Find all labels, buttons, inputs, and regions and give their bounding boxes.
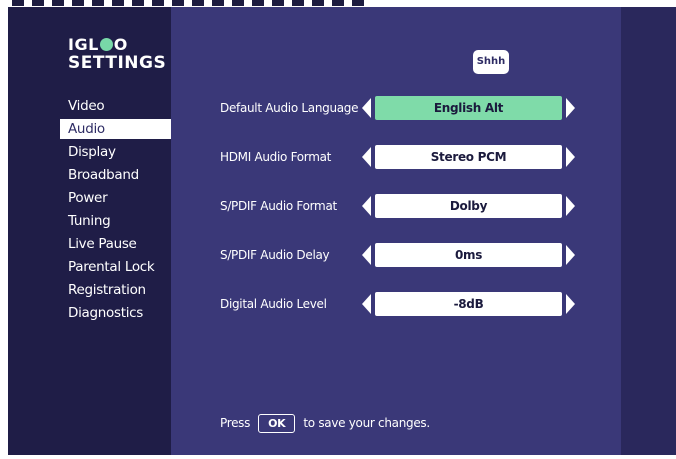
settings-menu: Video Audio Display Broadband Power Tuni…: [60, 96, 171, 326]
setting-label: S/PDIF Audio Delay: [220, 248, 330, 262]
menu-item-video[interactable]: Video: [60, 96, 171, 116]
arrow-left-icon[interactable]: [362, 245, 371, 265]
menu-item-broadband[interactable]: Broadband: [60, 165, 171, 185]
setting-label: HDMI Audio Format: [220, 150, 332, 164]
menu-item-diagnostics[interactable]: Diagnostics: [60, 303, 171, 323]
igloo-dot-icon: [99, 38, 113, 51]
setting-label: S/PDIF Audio Format: [220, 199, 337, 213]
save-hint-press: Press: [220, 416, 251, 430]
top-border-decoration: [12, 0, 372, 6]
arrow-left-icon[interactable]: [362, 294, 371, 314]
logo-text-left: IGL: [68, 35, 99, 54]
right-band: [621, 7, 676, 455]
menu-item-parental-lock[interactable]: Parental Lock: [60, 257, 171, 277]
menu-item-display[interactable]: Display: [60, 142, 171, 162]
logo-settings-text: SETTINGS: [68, 53, 167, 73]
main-panel: [171, 7, 621, 455]
menu-item-power[interactable]: Power: [60, 188, 171, 208]
arrow-right-icon[interactable]: [566, 245, 575, 265]
menu-item-audio[interactable]: Audio: [60, 119, 171, 139]
setting-value-selector[interactable]: English Alt: [375, 96, 562, 120]
setting-row-spdif-audio-delay: S/PDIF Audio Delay 0ms: [220, 243, 580, 267]
menu-item-live-pause[interactable]: Live Pause: [60, 234, 171, 254]
logo-text-right: O: [113, 35, 128, 54]
shhh-badge: Shhh: [473, 50, 509, 74]
setting-label: Digital Audio Level: [220, 297, 327, 311]
arrow-right-icon[interactable]: [566, 147, 575, 167]
arrow-right-icon[interactable]: [566, 98, 575, 118]
arrow-left-icon[interactable]: [362, 147, 371, 167]
setting-value-selector[interactable]: Dolby: [375, 194, 562, 218]
arrow-right-icon[interactable]: [566, 196, 575, 216]
setting-value-selector[interactable]: Stereo PCM: [375, 145, 562, 169]
menu-item-registration[interactable]: Registration: [60, 280, 171, 300]
arrow-left-icon[interactable]: [362, 98, 371, 118]
setting-value-selector[interactable]: -8dB: [375, 292, 562, 316]
setting-row-hdmi-audio-format: HDMI Audio Format Stereo PCM: [220, 145, 580, 169]
setting-row-default-audio-language: Default Audio Language English Alt: [220, 96, 580, 120]
setting-row-digital-audio-level: Digital Audio Level -8dB: [220, 292, 580, 316]
menu-item-tuning[interactable]: Tuning: [60, 211, 171, 231]
save-hint: Press OK to save your changes.: [220, 413, 430, 433]
arrow-left-icon[interactable]: [362, 196, 371, 216]
arrow-right-icon[interactable]: [566, 294, 575, 314]
setting-row-spdif-audio-format: S/PDIF Audio Format Dolby: [220, 194, 580, 218]
ok-button[interactable]: OK: [258, 414, 296, 433]
save-hint-suffix: to save your changes.: [303, 416, 430, 430]
igloo-settings-logo: IGL O SETTINGS: [68, 35, 167, 73]
setting-value-selector[interactable]: 0ms: [375, 243, 562, 267]
setting-label: Default Audio Language: [220, 101, 359, 115]
